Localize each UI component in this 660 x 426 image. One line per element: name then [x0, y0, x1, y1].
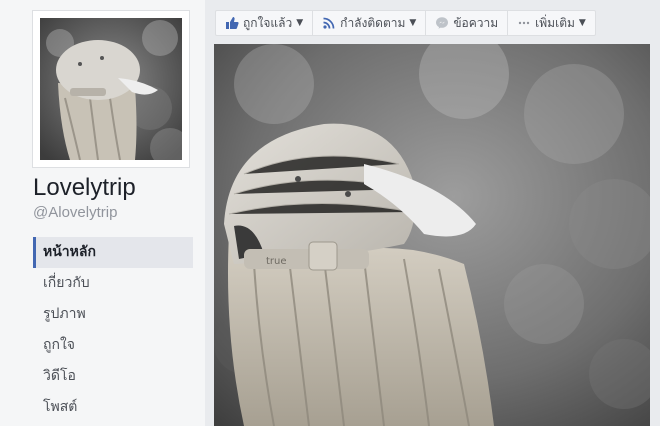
profile-picture-frame[interactable] — [32, 10, 190, 168]
nav-item-posts[interactable]: โพสต์ — [33, 392, 193, 423]
ellipsis-icon — [517, 16, 531, 30]
following-button-label: กำลังติดตาม — [340, 15, 406, 30]
thumbs-up-icon — [225, 16, 239, 30]
cover-photo[interactable]: true — [214, 44, 650, 426]
cap-strap-text: true — [266, 256, 287, 267]
rss-icon — [322, 16, 336, 30]
message-button[interactable]: ข้อความ — [426, 11, 509, 35]
page-username[interactable]: @Alovelytrip — [33, 204, 117, 221]
more-button[interactable]: เพิ่มเติม ▼ — [508, 11, 595, 35]
messenger-icon — [435, 16, 449, 30]
liked-button[interactable]: ถูกใจแล้ว ▼ — [216, 11, 314, 35]
profile-picture[interactable] — [40, 18, 182, 160]
page-navigation: หน้าหลัก เกี่ยวกับ รูปภาพ ถูกใจ วิดีโอ โ… — [33, 237, 193, 423]
nav-item-home[interactable]: หน้าหลัก — [33, 237, 193, 268]
nav-item-videos[interactable]: วิดีโอ — [33, 361, 193, 392]
nav-item-photos[interactable]: รูปภาพ — [33, 299, 193, 330]
chevron-down-icon: ▼ — [409, 18, 417, 28]
page-title[interactable]: Lovelytrip — [33, 174, 136, 202]
chevron-down-icon: ▼ — [296, 18, 304, 28]
left-column: Lovelytrip @Alovelytrip หน้าหลัก เกี่ยวก… — [0, 0, 205, 426]
message-button-label: ข้อความ — [453, 15, 499, 30]
nav-item-likes[interactable]: ถูกใจ — [33, 330, 193, 361]
more-button-label: เพิ่มเติม — [535, 15, 575, 30]
chevron-down-icon: ▼ — [578, 18, 586, 28]
liked-button-label: ถูกใจแล้ว — [243, 15, 293, 30]
page-action-toolbar: ถูกใจแล้ว ▼ กำลังติดตาม ▼ ข้อความ เพิ่มเ… — [215, 10, 596, 36]
nav-item-about[interactable]: เกี่ยวกับ — [33, 268, 193, 299]
following-button[interactable]: กำลังติดตาม ▼ — [313, 11, 427, 35]
